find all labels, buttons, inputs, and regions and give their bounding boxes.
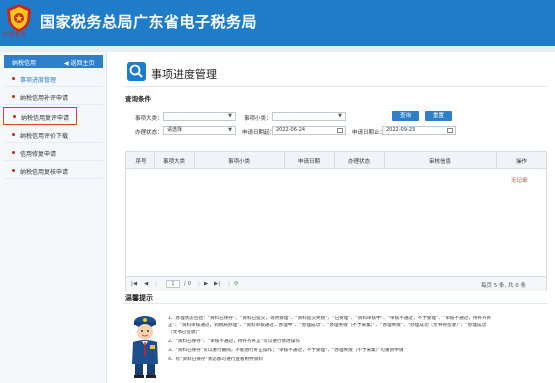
divider xyxy=(124,86,548,87)
status-label: 办理状态： xyxy=(135,130,163,136)
tip-line: 3、“资料已保存”可以进行删除，不能进行补正操作；“审核不通过，不予受理”、“办… xyxy=(168,348,404,353)
date-to-label: 申请日期止： xyxy=(352,130,386,136)
results-table: 序号 事项大类 事项小类 申请日期 办理状态 审核信息 操作 无记录 |◀ ◀ … xyxy=(125,151,547,291)
date-to-input[interactable]: 2022-09-23 xyxy=(382,126,456,135)
calendar-icon[interactable] xyxy=(337,128,343,133)
first-page-icon[interactable]: |◀ xyxy=(131,281,137,287)
sidebar-header: 纳税信用 ◀ 返回主页 xyxy=(4,55,103,68)
page-title: 事项进度管理 xyxy=(151,68,217,81)
sidebar-item-label: 信用修复申请 xyxy=(20,151,57,158)
date-from-label: 申请日期起： xyxy=(242,130,276,136)
major-category-label: 事项大类： xyxy=(135,116,163,122)
sidebar-item-label: 纳税信用复核申请 xyxy=(20,169,69,176)
tip-line: 4、有“资料已保存”状态都可进行查看附件资料 xyxy=(168,357,263,362)
prev-page-icon[interactable]: ◀ xyxy=(144,281,148,287)
tips-title: 温馨提示 xyxy=(125,294,153,302)
search-icon xyxy=(127,62,146,81)
column-header: 审核信息 xyxy=(428,159,451,165)
sidebar-item-repair[interactable]: 信用修复申请 xyxy=(4,144,103,161)
tax-officer-mascot-icon xyxy=(132,316,158,378)
back-home-link[interactable]: ◀ 返回主页 xyxy=(64,58,95,67)
last-page-icon[interactable]: ▶| xyxy=(214,281,220,287)
logo-text: 中国税务 xyxy=(3,32,28,38)
tip-line: 1、办理状态包括：“资料已保存”、“资料已提交，等待受理”、“资料提交失败”、“… xyxy=(168,316,492,321)
major-category-select[interactable]: ▼ xyxy=(163,112,236,121)
table-header: 序号 事项大类 事项小类 申请日期 办理状态 审核信息 操作 xyxy=(126,152,546,169)
sidebar-item-supplement[interactable]: 纳税信用补评申请 xyxy=(4,88,103,105)
total-pages: / 0 xyxy=(184,281,192,287)
bullet-icon xyxy=(12,95,15,98)
page-number-input[interactable]: 1 xyxy=(166,280,180,288)
sidebar-item-label: 纳税信用补评申请 xyxy=(20,95,69,102)
tip-line: （文书已签收）” xyxy=(168,330,201,335)
sidebar: 纳税信用 ◀ 返回主页 事项进度管理 纳税信用补评申请 纳税信用复评申请 纳税信… xyxy=(0,52,107,383)
column-header: 办理状态 xyxy=(347,159,370,165)
query-button[interactable]: 查询 xyxy=(392,111,419,121)
sidebar-item-reevaluation[interactable]: 纳税信用复评申请 xyxy=(3,107,77,125)
column-header: 申请日期 xyxy=(297,159,320,165)
sidebar-item-label: 事项进度管理 xyxy=(20,77,57,84)
sidebar-item-label: 纳税信用评价下载 xyxy=(20,133,69,140)
date-from-input[interactable]: 2022-06-24 xyxy=(272,126,346,135)
sidebar-item-label: 纳税信用复评申请 xyxy=(21,115,70,122)
column-header: 操作 xyxy=(515,159,527,165)
bullet-icon xyxy=(12,169,15,172)
tax-emblem-icon xyxy=(7,4,31,32)
status-select[interactable]: 请选择 ▼ xyxy=(163,126,236,135)
tip-line: 2、“资料已保存”、“审核不通过，待补齐补正”可以进行修改操作 xyxy=(168,339,300,344)
next-page-icon[interactable]: ▶ xyxy=(204,281,208,287)
chevron-down-icon: ▼ xyxy=(338,113,342,119)
pagination-bar: |◀ ◀ | 1 / 0 | ▶ ▶| | ⟳ 每页 5 条, 共 0 条 xyxy=(126,276,546,291)
sidebar-item-progress[interactable]: 事项进度管理 xyxy=(4,70,103,87)
column-header: 事项大类 xyxy=(162,159,185,165)
divider xyxy=(124,303,548,304)
app-header: 中国税务 国家税务总局广东省电子税务局 xyxy=(0,0,555,46)
site-title: 国家税务总局广东省电子税务局 xyxy=(40,13,258,31)
chevron-down-icon: ▼ xyxy=(228,113,232,119)
tip-line: 正”、“资料审核通过，到税局办理”、“资料审核通过，办理中”、“办理成功”、“办… xyxy=(168,323,487,328)
sidebar-item-download[interactable]: 纳税信用评价下载 xyxy=(4,126,103,143)
bullet-icon xyxy=(12,133,15,136)
reset-button[interactable]: 重置 xyxy=(425,111,452,121)
bullet-icon xyxy=(12,151,15,154)
refresh-icon[interactable]: ⟳ xyxy=(234,281,239,287)
empty-message: 无记录 xyxy=(511,178,528,184)
sidebar-item-review[interactable]: 纳税信用复核申请 xyxy=(4,162,103,179)
minor-category-select[interactable]: ▼ xyxy=(272,112,346,121)
sidebar-title: 纳税信用 xyxy=(12,60,37,67)
calendar-icon[interactable] xyxy=(447,128,453,133)
chevron-down-icon: ▼ xyxy=(228,127,232,133)
bullet-icon xyxy=(13,115,16,118)
column-header: 序号 xyxy=(135,159,147,165)
bullet-icon xyxy=(12,77,15,80)
minor-category-label: 事项小类： xyxy=(244,116,272,122)
column-header: 事项小类 xyxy=(227,159,250,165)
query-section-title: 查询条件 xyxy=(125,95,151,103)
page-summary: 每页 5 条, 共 0 条 xyxy=(481,283,526,289)
